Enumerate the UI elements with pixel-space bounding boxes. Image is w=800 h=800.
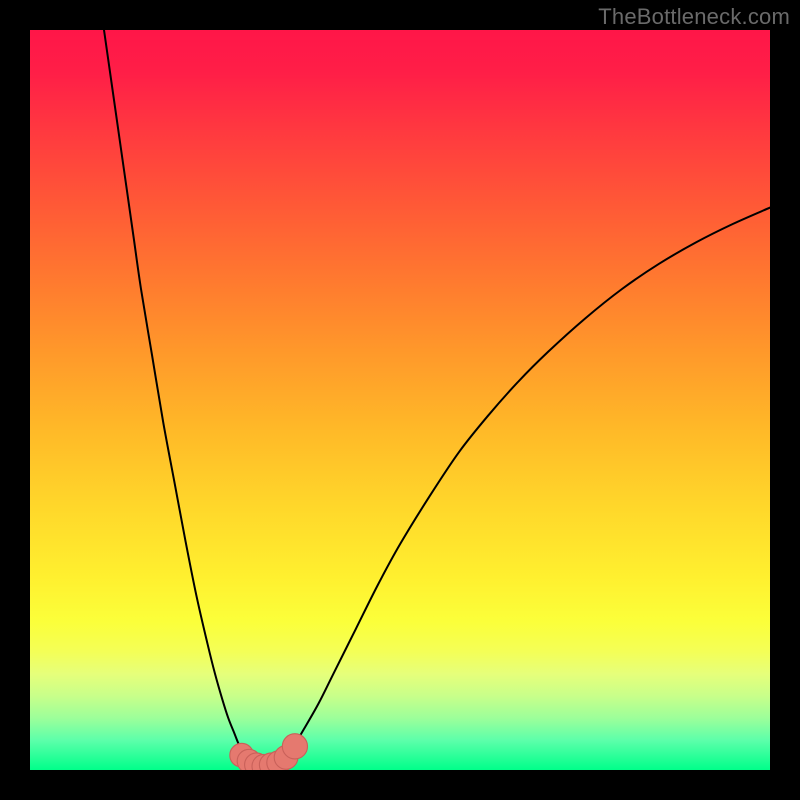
- watermark-label: TheBottleneck.com: [598, 4, 790, 30]
- valley-marker: [282, 734, 307, 759]
- curve-right-branch: [282, 208, 770, 762]
- curve-layer: [30, 30, 770, 770]
- chart-canvas: TheBottleneck.com: [0, 0, 800, 800]
- plot-area: [30, 30, 770, 770]
- valley-markers: [230, 734, 308, 770]
- curve-left-branch: [104, 30, 252, 763]
